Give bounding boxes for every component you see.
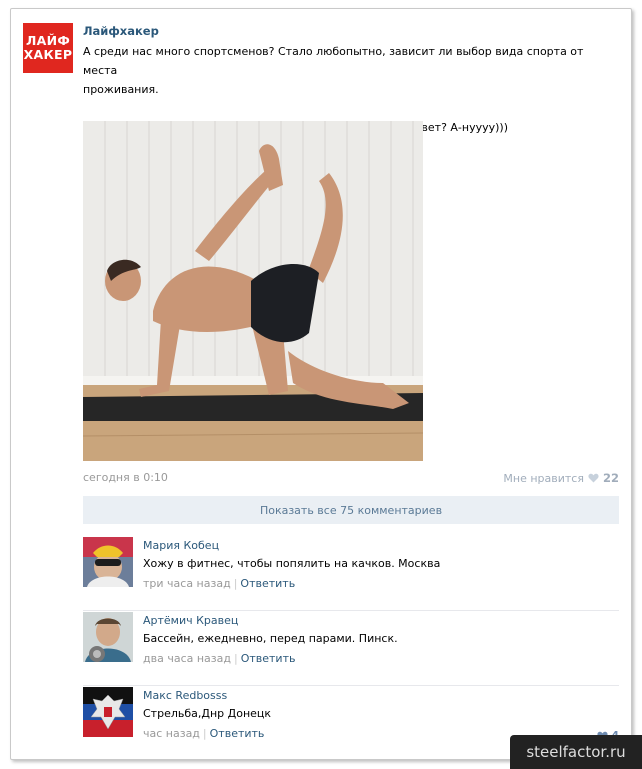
comment-text: Хожу в фитнес, чтобы попялить на качков.… [143, 557, 441, 570]
comment-item: Мария Кобец Хожу в фитнес, чтобы попялит… [83, 537, 619, 611]
watermark: steelfactor.ru [510, 735, 642, 769]
comment-text: Бассейн, ежедневно, перед парами. Пинск. [143, 632, 398, 645]
reply-link[interactable]: Ответить [240, 577, 295, 590]
post-text-line1: А среди нас много спортсменов? Стало люб… [83, 45, 584, 77]
post-text-line2: проживания. [83, 83, 159, 96]
post-card: ЛАЙФ ХАКЕР Лайфхакер А среди нас много с… [10, 8, 632, 760]
like-label: Мне нравится [503, 471, 584, 485]
separator: | [233, 577, 238, 590]
separator: | [233, 652, 238, 665]
comment-time[interactable]: два часа назад [143, 652, 231, 665]
post-photo[interactable] [83, 121, 423, 461]
comment-item: Артёмич Кравец Бассейн, ежедневно, перед… [83, 612, 619, 686]
avatar[interactable] [83, 537, 133, 587]
comment-meta: три часа назад | Ответить [143, 577, 295, 590]
comment-meta: час назад | Ответить [143, 727, 264, 740]
comment-meta: два часа назад | Ответить [143, 652, 295, 665]
comment-text: Стрельба,Днр Донецк [143, 707, 272, 720]
comment-author[interactable]: Артёмич Кравец [143, 614, 238, 627]
comment-author[interactable]: Мария Кобец [143, 539, 219, 552]
separator: | [202, 727, 207, 740]
comment-time[interactable]: три часа назад [143, 577, 231, 590]
divider [83, 685, 619, 686]
comment-author[interactable]: Макс Redbosss [143, 689, 227, 702]
divider [83, 610, 619, 611]
like-count: 22 [602, 471, 619, 485]
post-date[interactable]: сегодня в 0:10 [83, 471, 168, 484]
comment-time[interactable]: час назад [143, 727, 200, 740]
avatar[interactable] [83, 687, 133, 737]
author-avatar-logo[interactable]: ЛАЙФ ХАКЕР [23, 23, 73, 73]
reply-link[interactable]: Ответить [210, 727, 265, 740]
logo-line1: ЛАЙФ [25, 33, 71, 48]
post-author-link[interactable]: Лайфхакер [83, 24, 159, 38]
logo-line2: ХАКЕР [23, 47, 73, 62]
reply-link[interactable]: Ответить [241, 652, 296, 665]
heart-icon [588, 473, 599, 483]
show-all-comments-button[interactable]: Показать все 75 комментариев [83, 496, 619, 524]
post-like-button[interactable]: Мне нравится 22 [503, 471, 619, 485]
avatar[interactable] [83, 612, 133, 662]
